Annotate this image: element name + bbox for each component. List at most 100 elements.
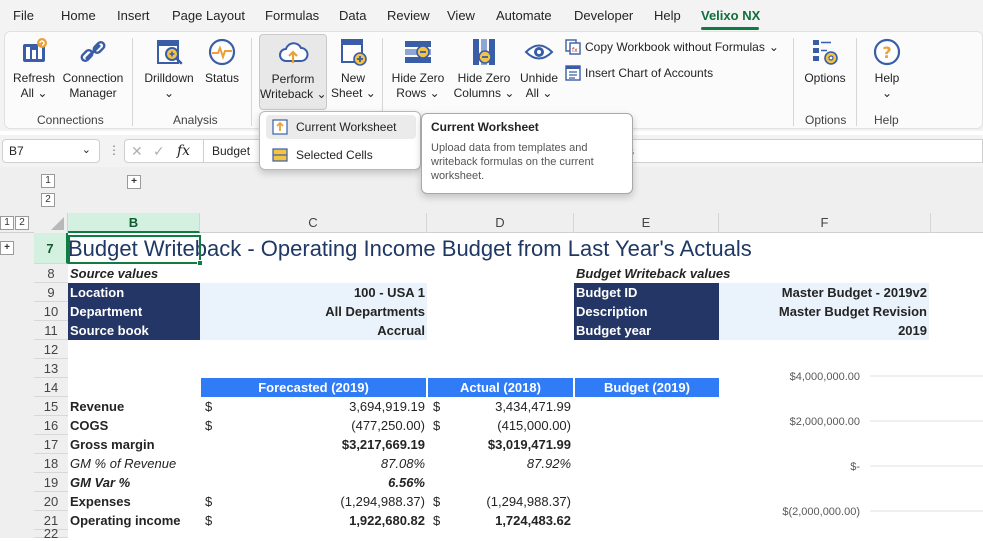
actual-value[interactable]: 1,724,483.62 <box>448 511 571 530</box>
actual-value[interactable]: 3,434,471.99 <box>448 397 571 416</box>
budget-id-value[interactable]: Master Budget - 2019v2 <box>719 283 929 302</box>
expand-columns-icon[interactable]: + <box>127 175 141 189</box>
status-button[interactable]: Status <box>203 36 241 86</box>
new-sheet-button[interactable]: New Sheet ⌄ <box>331 36 376 101</box>
fill-handle[interactable] <box>197 260 203 266</box>
location-value[interactable]: 100 - USA 1 <box>200 283 427 302</box>
forecasted-value[interactable]: $3,217,669.19 <box>218 435 425 454</box>
menu-data[interactable]: Data <box>339 8 366 23</box>
menu-review[interactable]: Review <box>387 8 430 23</box>
perform-writeback-button[interactable]: Perform Writeback ⌄ <box>259 34 327 110</box>
drilldown-icon <box>157 40 183 65</box>
fx-icon[interactable]: fx <box>177 143 190 159</box>
connection-manager-button[interactable]: Connection Manager <box>61 36 125 101</box>
menu-insert[interactable]: Insert <box>117 8 150 23</box>
cancel-icon[interactable]: ✕ <box>131 143 143 160</box>
menu-home[interactable]: Home <box>61 8 96 23</box>
description-label: Description <box>574 302 719 321</box>
check-icon[interactable]: ✓ <box>153 143 165 160</box>
menu-help[interactable]: Help <box>654 8 681 23</box>
hide-zero-columns-button[interactable]: Hide Zero Columns ⌄ <box>453 36 515 101</box>
worksheet-grid[interactable]: Budget Writeback - Operating Income Budg… <box>68 233 983 538</box>
column-header-e[interactable]: E <box>574 213 719 233</box>
help-button[interactable]: ? Help ⌄ <box>867 36 907 101</box>
row-header-18[interactable]: 18 <box>34 454 68 473</box>
menu-page-layout[interactable]: Page Layout <box>172 8 245 23</box>
currency-symbol <box>205 435 217 454</box>
currency-symbol <box>205 473 217 492</box>
description-value[interactable]: Master Budget Revision <box>719 302 929 321</box>
y-tick-label: $2,000,000.00 <box>790 416 860 428</box>
outline-level-row-2[interactable]: 2 <box>15 216 29 230</box>
svg-text:?: ? <box>882 43 891 62</box>
row-header-11[interactable]: 11 <box>34 321 68 340</box>
line-label: Expenses <box>70 494 131 509</box>
chevron-down-icon[interactable]: ⌄ <box>82 143 91 156</box>
row-header-17[interactable]: 17 <box>34 435 68 454</box>
menu-formulas[interactable]: Formulas <box>265 8 319 23</box>
options-button[interactable]: Options <box>801 36 849 86</box>
menu-developer[interactable]: Developer <box>574 8 633 23</box>
currency-symbol: $ <box>433 494 441 509</box>
select-all-corner[interactable] <box>34 213 68 233</box>
hide-zero-rows-button[interactable]: Hide Zero Rows ⌄ <box>391 36 445 101</box>
insert-chart-of-accounts-button[interactable]: Insert Chart of Accounts <box>565 65 713 81</box>
currency-symbol <box>205 454 217 473</box>
row-header-15[interactable]: 15 <box>34 397 68 416</box>
outline-level-col-1[interactable]: 1 <box>41 174 55 188</box>
actual-value[interactable]: (1,294,988.37) <box>448 492 571 511</box>
actual-value[interactable] <box>448 473 571 492</box>
forecasted-value[interactable]: 3,694,919.19 <box>218 397 425 416</box>
row-header-12[interactable]: 12 <box>34 340 68 359</box>
forecasted-value[interactable]: 87.08% <box>218 454 425 473</box>
copy-workbook-button[interactable]: fx Copy Workbook without Formulas ⌄ <box>565 39 779 55</box>
menu-velixo-nx[interactable]: Velixo NX <box>701 8 760 23</box>
row-header-9[interactable]: 9 <box>34 283 68 302</box>
outline-level-row-1[interactable]: 1 <box>0 216 14 230</box>
forecasted-value[interactable]: 6.56% <box>218 473 425 492</box>
department-value[interactable]: All Departments <box>200 302 427 321</box>
perform-sub-text: Writeback <box>260 87 314 101</box>
outline-level-col-2[interactable]: 2 <box>41 193 55 207</box>
y-tick-label: $4,000,000.00 <box>790 371 860 383</box>
line-label: COGS <box>70 418 109 433</box>
department-label: Department <box>68 302 200 321</box>
name-box[interactable]: B7 ⌄ <box>2 139 100 163</box>
column-header-b[interactable]: B <box>68 213 200 233</box>
chevron-down-icon: ⌄ <box>163 86 175 100</box>
forecasted-value[interactable]: (477,250.00) <box>218 416 425 435</box>
refresh-all-button[interactable]: Refresh All ⌄ <box>11 36 57 101</box>
currency-symbol <box>433 473 445 492</box>
column-header-f[interactable]: F <box>719 213 931 233</box>
expand-rows-icon[interactable]: + <box>0 241 14 255</box>
row-header-16[interactable]: 16 <box>34 416 68 435</box>
newsheet-sub: Sheet ⌄ <box>331 86 376 101</box>
actual-value[interactable]: (415,000.00) <box>448 416 571 435</box>
row-header-10[interactable]: 10 <box>34 302 68 321</box>
actual-header: Actual (2018) <box>428 378 573 397</box>
source-book-value[interactable]: Accrual <box>200 321 427 340</box>
actual-value[interactable]: 87.92% <box>448 454 571 473</box>
unhide-all-button[interactable]: Unhide All ⌄ <box>517 36 561 101</box>
column-header-d[interactable]: D <box>427 213 574 233</box>
column-header-c[interactable]: C <box>200 213 427 233</box>
row-header-8[interactable]: 8 <box>34 264 68 283</box>
menu-item-selected-cells[interactable]: Selected Cells <box>266 143 416 167</box>
row-header-19[interactable]: 19 <box>34 473 68 492</box>
row-header-14[interactable]: 14 <box>34 378 68 397</box>
menu-file[interactable]: File <box>13 8 34 23</box>
row-header-20[interactable]: 20 <box>34 492 68 511</box>
chevron-down-icon: ⌄ <box>504 86 515 100</box>
row-header-13[interactable]: 13 <box>34 359 68 378</box>
menu-automate[interactable]: Automate <box>496 8 552 23</box>
line-label: Gross margin <box>70 437 155 452</box>
actual-value[interactable]: $3,019,471.99 <box>448 435 571 454</box>
drilldown-button[interactable]: Drilldown ⌄ <box>141 36 197 101</box>
budget-year-value[interactable]: 2019 <box>719 321 929 340</box>
forecasted-value[interactable]: (1,294,988.37) <box>218 492 425 511</box>
forecasted-value[interactable]: 1,922,680.82 <box>218 511 425 530</box>
menu-item-current-worksheet[interactable]: Current Worksheet <box>266 115 416 139</box>
menu-view[interactable]: View <box>447 8 475 23</box>
row-header-7[interactable]: 7 <box>34 233 68 264</box>
row-header-22[interactable]: 22 <box>34 527 68 540</box>
